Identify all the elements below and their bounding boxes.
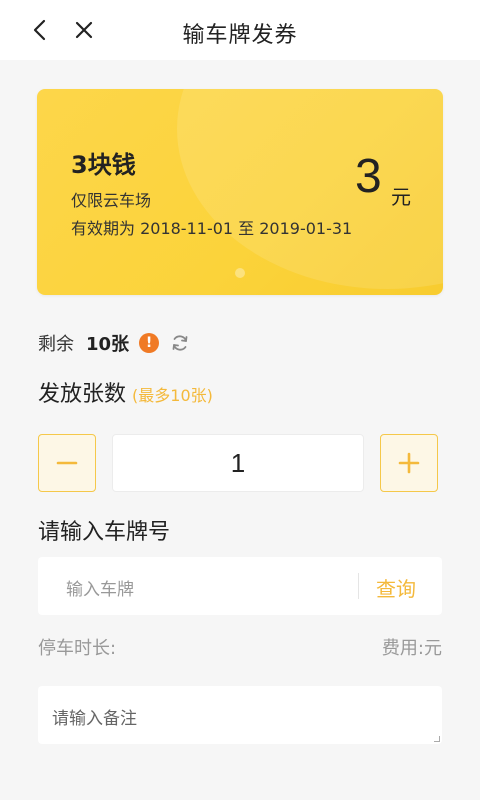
remaining-count: 10张 xyxy=(86,334,130,355)
coupon-amount: 3 xyxy=(355,150,382,203)
plate-number-input[interactable]: 输入车牌 xyxy=(66,575,134,600)
refresh-icon xyxy=(172,335,188,351)
carousel-indicator xyxy=(235,268,245,278)
coupon-validity: 有效期为 2018-11-01 至 2019-01-31 xyxy=(71,219,353,238)
top-navigation-bar: 输车牌发券 xyxy=(0,0,480,60)
issue-count-hint: (最多10张) xyxy=(132,386,213,405)
resize-grip-icon[interactable] xyxy=(434,736,440,742)
coupon-unit: 元 xyxy=(391,185,411,209)
warning-icon[interactable]: ! xyxy=(139,333,160,353)
coupon-name: 3块钱 xyxy=(71,151,136,179)
issue-count-heading: 发放张数 (最多10张) xyxy=(38,376,213,408)
plus-icon xyxy=(398,452,420,474)
remark-input[interactable]: 请输入备注 xyxy=(52,704,137,729)
remaining-label: 剩余 xyxy=(38,334,74,355)
coupon-scope: 仅限云车场 xyxy=(71,191,152,210)
parking-fee: 费用:元 xyxy=(381,638,442,659)
query-button[interactable]: 查询 xyxy=(376,573,416,602)
quantity-field[interactable]: 1 xyxy=(112,434,364,492)
page-title: 输车牌发券 xyxy=(182,23,298,48)
decrease-quantity-button[interactable] xyxy=(38,434,96,492)
plate-number-heading: 请输入车牌号 xyxy=(38,520,171,545)
remaining-row: 剩余 10张 ! xyxy=(38,330,191,356)
issue-count-label: 发放张数 xyxy=(38,382,127,407)
plate-divider xyxy=(358,573,359,599)
parking-duration: 停车时长: xyxy=(38,638,117,659)
refresh-button[interactable] xyxy=(169,332,191,354)
plate-search-box: 输入车牌 查询 xyxy=(38,557,442,615)
coupon-card: 3块钱 仅限云车场 有效期为 2018-11-01 至 2019-01-31 3… xyxy=(37,89,443,295)
remark-field[interactable]: 请输入备注 xyxy=(38,686,442,744)
minus-icon xyxy=(56,461,78,465)
increase-quantity-button[interactable] xyxy=(380,434,438,492)
